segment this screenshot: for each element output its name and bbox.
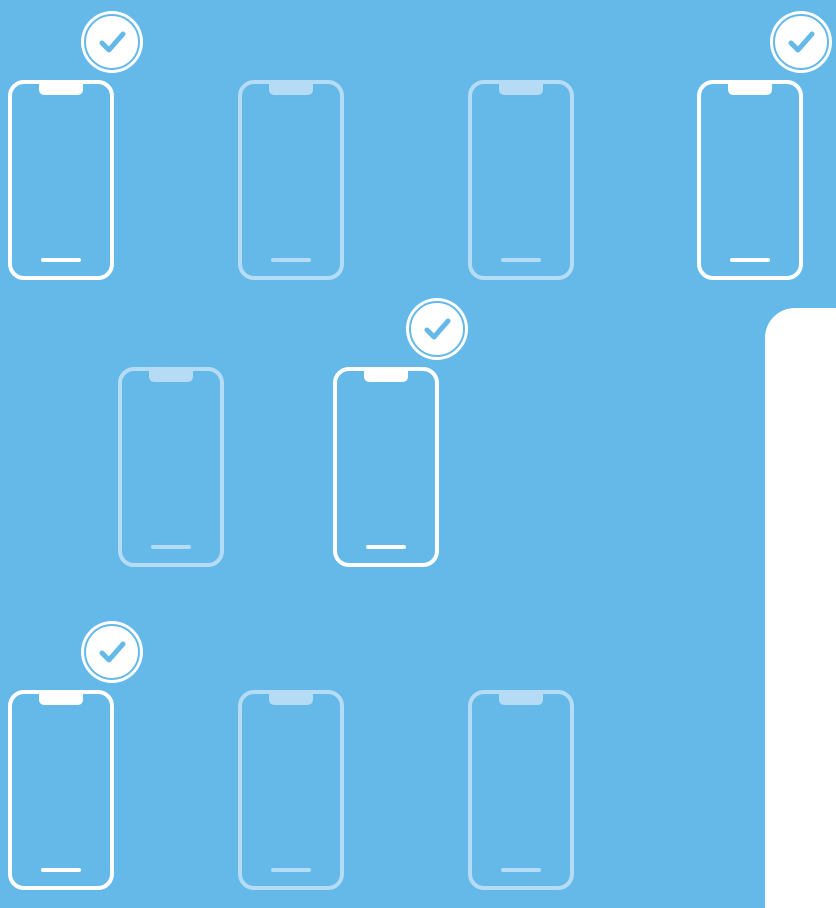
side-panel <box>765 308 836 908</box>
phone-5-icon[interactable] <box>118 367 224 567</box>
phone-3-icon[interactable] <box>468 80 574 280</box>
phone-7-icon[interactable] <box>8 690 114 890</box>
check-icon <box>79 9 145 75</box>
phone-4-icon[interactable] <box>697 80 803 280</box>
phone-8-icon[interactable] <box>238 690 344 890</box>
check-icon <box>404 296 470 362</box>
phone-2-icon[interactable] <box>238 80 344 280</box>
phone-6-icon[interactable] <box>333 367 439 567</box>
phone-9-icon[interactable] <box>468 690 574 890</box>
check-icon <box>79 619 145 685</box>
check-icon <box>768 9 834 75</box>
phone-1-icon[interactable] <box>8 80 114 280</box>
canvas <box>0 0 836 890</box>
